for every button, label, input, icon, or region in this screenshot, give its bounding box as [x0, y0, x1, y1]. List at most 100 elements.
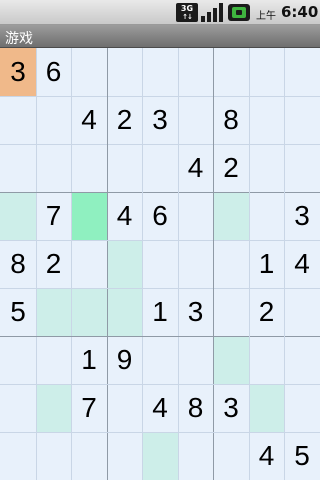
sudoku-cell-r4-c1[interactable] — [0, 192, 36, 240]
cell-divider-horizontal — [0, 432, 320, 433]
sudoku-cell-r5-c9[interactable]: 4 — [284, 240, 320, 288]
sudoku-cell-r8-c3[interactable]: 7 — [71, 384, 107, 432]
sudoku-cell-r1-c5[interactable] — [142, 48, 178, 96]
sudoku-cell-r5-c3[interactable] — [71, 240, 107, 288]
sudoku-cell-r6-c1[interactable]: 5 — [0, 288, 36, 336]
sudoku-cell-r9-c7[interactable] — [213, 432, 249, 480]
sudoku-cell-r7-c4[interactable]: 9 — [107, 336, 142, 384]
sudoku-cell-r3-c6[interactable]: 4 — [178, 144, 213, 192]
sudoku-cell-r3-c4[interactable] — [107, 144, 142, 192]
title-bar: 游戏 — [0, 25, 320, 48]
cell-divider-vertical — [36, 48, 37, 480]
sudoku-cell-r3-c2[interactable] — [36, 144, 71, 192]
status-ampm: 上午 — [256, 11, 276, 22]
sudoku-cell-r2-c3[interactable]: 4 — [71, 96, 107, 144]
sudoku-cell-r1-c3[interactable] — [71, 48, 107, 96]
sudoku-cell-r6-c2[interactable] — [36, 288, 71, 336]
sudoku-cell-r1-c1[interactable]: 3 — [0, 48, 36, 96]
sudoku-cell-r7-c6[interactable] — [178, 336, 213, 384]
sudoku-cell-r6-c5[interactable]: 1 — [142, 288, 178, 336]
sudoku-cell-r9-c5[interactable] — [142, 432, 178, 480]
sudoku-cell-r9-c1[interactable] — [0, 432, 36, 480]
cell-divider-vertical — [142, 48, 143, 480]
sudoku-cell-r9-c2[interactable] — [36, 432, 71, 480]
cell-divider-vertical — [284, 48, 285, 480]
sudoku-cell-r2-c6[interactable] — [178, 96, 213, 144]
sudoku-cell-r3-c9[interactable] — [284, 144, 320, 192]
sudoku-cell-r5-c6[interactable] — [178, 240, 213, 288]
sudoku-cell-r6-c7[interactable] — [213, 288, 249, 336]
sudoku-cell-r8-c8[interactable] — [249, 384, 284, 432]
cell-divider-horizontal — [0, 288, 320, 289]
cell-divider-vertical — [178, 48, 179, 480]
sudoku-cell-r5-c8[interactable]: 1 — [249, 240, 284, 288]
sudoku-cell-r4-c6[interactable] — [178, 192, 213, 240]
signal-icon — [201, 3, 223, 22]
sudoku-cell-r6-c4[interactable] — [107, 288, 142, 336]
sudoku-cell-r1-c6[interactable] — [178, 48, 213, 96]
sudoku-cell-r2-c5[interactable]: 3 — [142, 96, 178, 144]
sudoku-cell-r2-c2[interactable] — [36, 96, 71, 144]
sudoku-cell-r8-c6[interactable]: 8 — [178, 384, 213, 432]
sudoku-cell-r4-c4[interactable]: 4 — [107, 192, 142, 240]
sudoku-cell-r2-c1[interactable] — [0, 96, 36, 144]
sudoku-cell-r8-c1[interactable] — [0, 384, 36, 432]
cell-divider-vertical — [71, 48, 72, 480]
sudoku-cell-r9-c3[interactable] — [71, 432, 107, 480]
sudoku-cell-r7-c1[interactable] — [0, 336, 36, 384]
sudoku-cell-r6-c6[interactable]: 3 — [178, 288, 213, 336]
sudoku-cell-r7-c7[interactable] — [213, 336, 249, 384]
sudoku-cell-r3-c7[interactable]: 2 — [213, 144, 249, 192]
sudoku-cell-r5-c7[interactable] — [213, 240, 249, 288]
sudoku-cell-r8-c2[interactable] — [36, 384, 71, 432]
sudoku-cell-r2-c7[interactable]: 8 — [213, 96, 249, 144]
sudoku-cell-r9-c9[interactable]: 5 — [284, 432, 320, 480]
sudoku-cell-r4-c8[interactable] — [249, 192, 284, 240]
sudoku-cell-r8-c9[interactable] — [284, 384, 320, 432]
sudoku-cell-r9-c4[interactable] — [107, 432, 142, 480]
sudoku-cell-r1-c2[interactable]: 6 — [36, 48, 71, 96]
sudoku-cell-r7-c8[interactable] — [249, 336, 284, 384]
cell-divider-horizontal — [0, 96, 320, 97]
sudoku-cell-r8-c5[interactable]: 4 — [142, 384, 178, 432]
sudoku-cell-r6-c3[interactable] — [71, 288, 107, 336]
sudoku-cell-r7-c9[interactable] — [284, 336, 320, 384]
box-divider-horizontal — [0, 336, 320, 337]
sudoku-cell-r5-c4[interactable] — [107, 240, 142, 288]
sudoku-cell-r2-c4[interactable]: 2 — [107, 96, 142, 144]
sudoku-cell-r1-c7[interactable] — [213, 48, 249, 96]
sudoku-cell-r5-c5[interactable] — [142, 240, 178, 288]
status-bar: 3G ↑↓ 上午 6:40 — [0, 0, 320, 25]
sudoku-cell-r2-c8[interactable] — [249, 96, 284, 144]
sudoku-board: 3642384274638214513219748345 — [0, 48, 320, 480]
sudoku-cell-r3-c1[interactable] — [0, 144, 36, 192]
sudoku-cell-r9-c8[interactable]: 4 — [249, 432, 284, 480]
sudoku-cell-r1-c9[interactable] — [284, 48, 320, 96]
cell-divider-horizontal — [0, 144, 320, 145]
sudoku-cell-r6-c8[interactable]: 2 — [249, 288, 284, 336]
sudoku-cell-r4-c7[interactable] — [213, 192, 249, 240]
sudoku-cell-r6-c9[interactable] — [284, 288, 320, 336]
status-time: 6:40 — [281, 3, 319, 21]
box-divider-horizontal — [0, 192, 320, 193]
sudoku-cell-r3-c3[interactable] — [71, 144, 107, 192]
sudoku-cell-r8-c7[interactable]: 3 — [213, 384, 249, 432]
sudoku-cell-r3-c5[interactable] — [142, 144, 178, 192]
sudoku-cell-r4-c5[interactable]: 6 — [142, 192, 178, 240]
sudoku-cell-r5-c1[interactable]: 8 — [0, 240, 36, 288]
sudoku-cell-r1-c4[interactable] — [107, 48, 142, 96]
sudoku-cell-r5-c2[interactable]: 2 — [36, 240, 71, 288]
sudoku-cell-r4-c2[interactable]: 7 — [36, 192, 71, 240]
sudoku-cell-r3-c8[interactable] — [249, 144, 284, 192]
sudoku-cell-r2-c9[interactable] — [284, 96, 320, 144]
sudoku-cell-r7-c2[interactable] — [36, 336, 71, 384]
sudoku-cell-r4-c9[interactable]: 3 — [284, 192, 320, 240]
sudoku-cell-r7-c3[interactable]: 1 — [71, 336, 107, 384]
sudoku-cell-r4-c3[interactable] — [71, 192, 107, 240]
sudoku-cell-r7-c5[interactable] — [142, 336, 178, 384]
network-arrows-label: ↑↓ — [182, 13, 193, 21]
sudoku-cell-r1-c8[interactable] — [249, 48, 284, 96]
sudoku-cell-r8-c4[interactable] — [107, 384, 142, 432]
sudoku-cell-r9-c6[interactable] — [178, 432, 213, 480]
cell-divider-vertical — [249, 48, 250, 480]
